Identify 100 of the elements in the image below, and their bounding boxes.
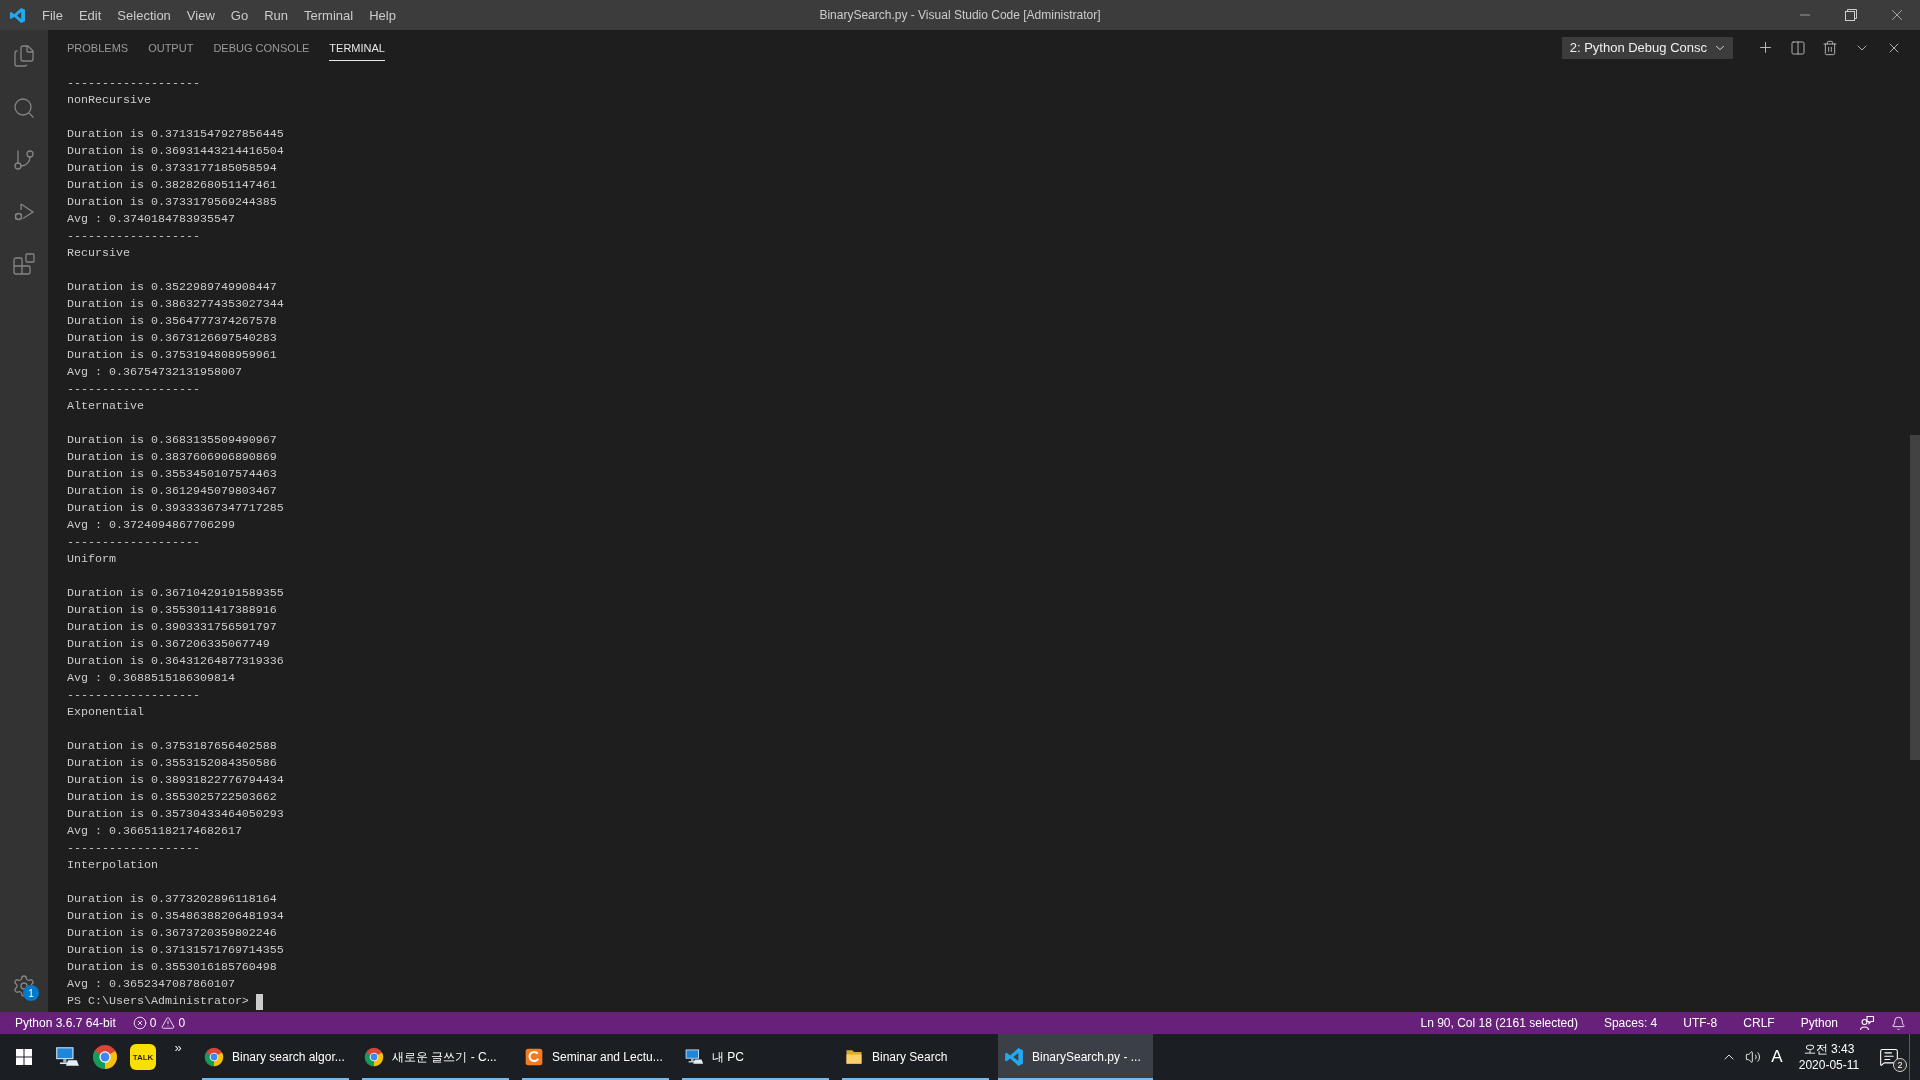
menu-item[interactable]: File bbox=[34, 0, 71, 30]
search-icon[interactable] bbox=[12, 96, 36, 120]
terminal-line: Avg : 0.36754732131958007 bbox=[67, 364, 242, 381]
trash-icon[interactable] bbox=[1822, 39, 1838, 56]
four-panes-icon[interactable] bbox=[16, 1049, 32, 1065]
terminal-line: Duration is 0.36931443214416504 bbox=[67, 143, 284, 160]
taskbar-window-button[interactable]: Seminar and Lectu... bbox=[518, 1034, 673, 1080]
notification-badge: 1 bbox=[23, 985, 39, 1001]
terminal-line: Duration is 0.3673126697540283 bbox=[67, 330, 277, 347]
terminal-line: Avg : 0.3724094867706299 bbox=[67, 517, 235, 534]
taskbar-window-button[interactable]: 내 PC bbox=[678, 1034, 833, 1080]
terminal-prompt: PS C:\Users\Administrator> bbox=[67, 993, 249, 1010]
window-title: BinarySearch.py - Visual Studio Code [Administrator] bbox=[819, 8, 1101, 22]
status-item[interactable]: Python bbox=[1795, 1016, 1843, 1030]
notification-badge: 2 bbox=[1893, 1058, 1907, 1072]
taskbar-window-button[interactable]: 새로운 글쓰기 - C... bbox=[358, 1034, 513, 1080]
split-panel-icon[interactable] bbox=[1790, 39, 1806, 56]
terminal-line: Avg : 0.3688515186309814 bbox=[67, 670, 235, 687]
menu-item[interactable]: View bbox=[178, 0, 223, 30]
document-app-icon bbox=[524, 1047, 544, 1067]
menu-item[interactable]: Selection bbox=[109, 0, 179, 30]
panel-tab[interactable]: TERMINAL bbox=[329, 30, 385, 65]
chat-app-logo[interactable]: TALK bbox=[130, 1044, 156, 1070]
editor-logo-icon bbox=[1004, 1047, 1024, 1067]
taskbar-window-button[interactable]: BinarySearch.py - ... bbox=[998, 1034, 1153, 1080]
menu-item[interactable]: Help bbox=[361, 0, 404, 30]
terminal-line: Duration is 0.3733179569244385 bbox=[67, 194, 277, 211]
terminal-line: Duration is 0.37131571769714355 bbox=[67, 942, 284, 959]
terminal-line: Duration is 0.3553016185760498 bbox=[67, 959, 277, 976]
terminal-line: Duration is 0.35486388206481934 bbox=[67, 908, 284, 925]
terminal-line: ------------------- bbox=[67, 228, 200, 245]
terminal-line: Duration is 0.3683135509490967 bbox=[67, 432, 277, 449]
terminal-line: ------------------- bbox=[67, 534, 200, 551]
terminal-line: ------------------- bbox=[67, 381, 200, 398]
status-item[interactable]: Python 3.6.7 64-bit bbox=[10, 1016, 121, 1030]
status-item[interactable]: CRLF bbox=[1738, 1016, 1780, 1030]
status-item[interactable]: Spaces: 4 bbox=[1598, 1016, 1663, 1030]
terminal-line: Duration is 0.3564777374267578 bbox=[67, 313, 277, 330]
computer-icon bbox=[684, 1047, 704, 1067]
terminal-line: Duration is 0.3903331756591797 bbox=[67, 619, 277, 636]
terminal-line: Duration is 0.3553025722503662 bbox=[67, 789, 277, 806]
terminal-line: Duration is 0.35730433464050293 bbox=[67, 806, 284, 823]
taskbar-window-button[interactable]: Binary search algor... bbox=[198, 1034, 353, 1080]
status-item[interactable]: UTF-8 bbox=[1678, 1016, 1723, 1030]
panel-tab[interactable]: PROBLEMS bbox=[67, 30, 129, 65]
menu-item[interactable]: Terminal bbox=[296, 0, 362, 30]
terminal-line: Duration is 0.3673720359802246 bbox=[67, 925, 277, 942]
plus-icon[interactable] bbox=[1757, 39, 1774, 56]
warning-count: 0 bbox=[178, 1016, 186, 1030]
terminal-line: Duration is 0.36431264877319336 bbox=[67, 653, 284, 670]
branch-icon[interactable] bbox=[12, 148, 36, 172]
terminal-line: nonRecursive bbox=[67, 92, 151, 109]
terminal-line: Duration is 0.3733177185058594 bbox=[67, 160, 277, 177]
terminal-line: Duration is 0.3553011417388916 bbox=[67, 602, 277, 619]
terminal-picker[interactable]: 2: Python Debug Consc bbox=[1561, 36, 1733, 59]
files-icon[interactable] bbox=[12, 44, 36, 68]
bell-icon[interactable] bbox=[1891, 1015, 1906, 1031]
panel-tab[interactable]: OUTPUT bbox=[148, 30, 194, 65]
terminal-line: Duration is 0.37131547927856445 bbox=[67, 126, 284, 143]
message-icon[interactable] bbox=[1879, 1047, 1899, 1067]
terminal-line: Duration is 0.38632774353027344 bbox=[67, 296, 284, 313]
scrollbar-thumb[interactable] bbox=[1910, 435, 1920, 760]
terminal-line: Duration is 0.3553450107574463 bbox=[67, 466, 277, 483]
overflow-button[interactable]: » bbox=[162, 1034, 194, 1080]
terminal-line: Exponential bbox=[67, 704, 144, 721]
logo-text: TALK bbox=[132, 1052, 154, 1062]
warning-icon[interactable] bbox=[161, 1016, 176, 1030]
terminal-line: Duration is 0.38931822776794434 bbox=[67, 772, 284, 789]
status-item[interactable]: Ln 90, Col 18 (2161 selected) bbox=[1415, 1016, 1583, 1030]
terminal-line: Duration is 0.3553152084350586 bbox=[67, 755, 277, 772]
terminal-line: ------------------- bbox=[67, 687, 200, 704]
terminal-line: Duration is 0.3773202896118164 bbox=[67, 891, 277, 908]
browser-icon[interactable] bbox=[92, 1044, 118, 1070]
app-logo-icon bbox=[8, 6, 26, 24]
browser-icon bbox=[204, 1047, 224, 1067]
terminal-line: Duration is 0.39333367347717285 bbox=[67, 500, 284, 517]
terminal-line: Avg : 0.36651182174682617 bbox=[67, 823, 242, 840]
text-cursor bbox=[255, 993, 263, 1010]
terminal-line: Duration is 0.3828268051147461 bbox=[67, 177, 277, 194]
menu-item[interactable]: Go bbox=[222, 0, 257, 30]
menu-item[interactable]: Edit bbox=[70, 0, 110, 30]
settings-icon[interactable] bbox=[12, 974, 36, 998]
restore-icon[interactable] bbox=[1845, 9, 1857, 21]
taskbar-clock[interactable]: 오전 3:43 2020-05-11 bbox=[1789, 1034, 1869, 1080]
panel-tab[interactable]: DEBUG CONSOLE bbox=[213, 30, 310, 65]
terminal-line: Avg : 0.3652347087860107 bbox=[67, 976, 235, 993]
speaker-icon[interactable] bbox=[1745, 1049, 1761, 1065]
terminal-line: Duration is 0.3753194808959961 bbox=[67, 347, 277, 364]
error-count: 0 bbox=[149, 1016, 157, 1030]
terminal-line: Interpolation bbox=[67, 857, 158, 874]
blocks-icon[interactable] bbox=[12, 252, 36, 276]
terminal-line: Recursive bbox=[67, 245, 130, 262]
error-icon[interactable] bbox=[132, 1016, 147, 1030]
input-mode-indicator[interactable]: A bbox=[1771, 1047, 1783, 1067]
terminal-line: Uniform bbox=[67, 551, 116, 568]
menu-item[interactable]: Run bbox=[256, 0, 296, 30]
terminal-line: Duration is 0.3522989749908447 bbox=[67, 279, 277, 296]
taskbar-window-button[interactable]: Binary Search bbox=[838, 1034, 993, 1080]
person-bubble-icon[interactable] bbox=[1859, 1015, 1875, 1031]
terminal-line: Duration is 0.36710429191589355 bbox=[67, 585, 284, 602]
